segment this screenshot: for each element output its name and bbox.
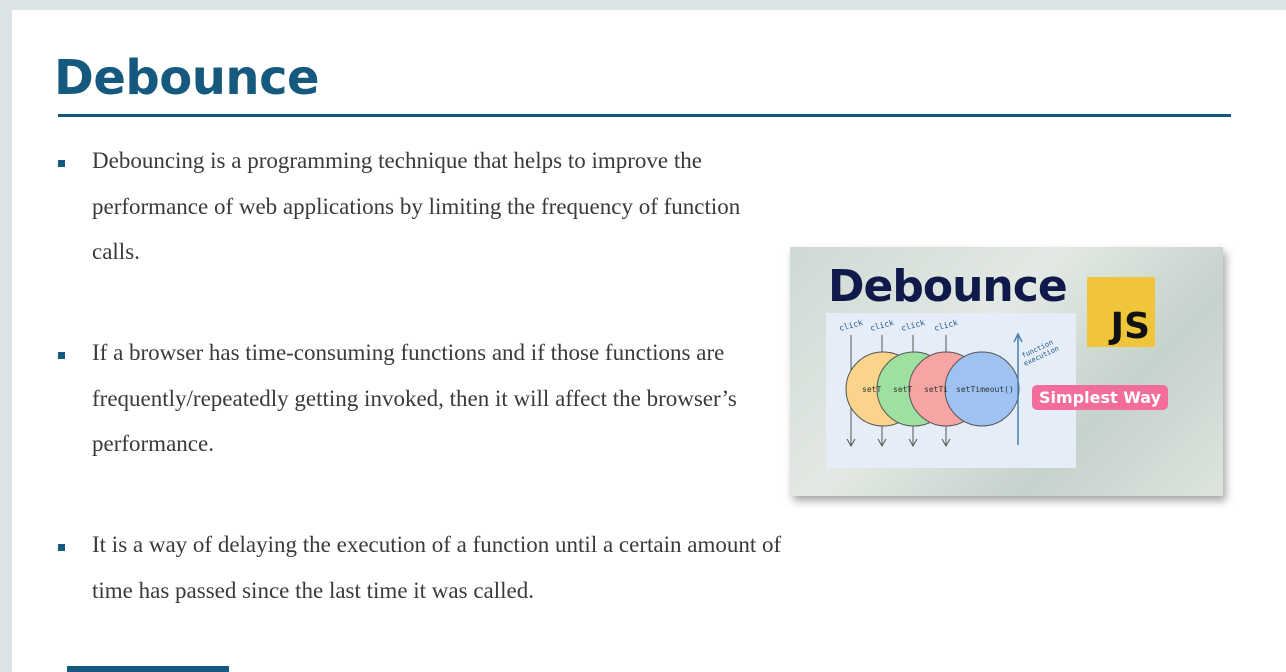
click-label: click — [869, 318, 895, 333]
bullet-text: It is a way of delaying the execution of… — [92, 532, 782, 603]
circle-label: setT — [862, 385, 881, 394]
simplest-way-tag: Simplest Way — [1032, 385, 1169, 410]
click-label: click — [900, 318, 926, 333]
slide: Debounce Debouncing is a programming tec… — [12, 10, 1286, 672]
circle-label: setTimeout() — [956, 385, 1014, 394]
bullet-square-icon — [58, 544, 65, 551]
circle-label: setTi — [924, 385, 948, 394]
bullet-square-icon — [58, 352, 65, 359]
debounce-thumbnail-image: Debounce JS setT setT setTi setTimeout()… — [790, 247, 1223, 496]
slide-title: Debounce — [54, 50, 320, 106]
bullet-text: Debouncing is a programming technique th… — [92, 148, 741, 264]
bullet-text: If a browser has time-consuming function… — [92, 340, 737, 456]
thumbnail-title: Debounce — [828, 261, 1068, 312]
click-label: click — [933, 318, 959, 333]
title-underline — [58, 114, 1231, 117]
footer-accent-bar — [67, 666, 229, 672]
click-label: click — [838, 318, 864, 333]
js-logo-icon: JS — [1087, 277, 1155, 347]
js-logo-label: JS — [1110, 306, 1150, 347]
bullet-square-icon — [58, 160, 65, 167]
circle-label: setT — [893, 385, 912, 394]
